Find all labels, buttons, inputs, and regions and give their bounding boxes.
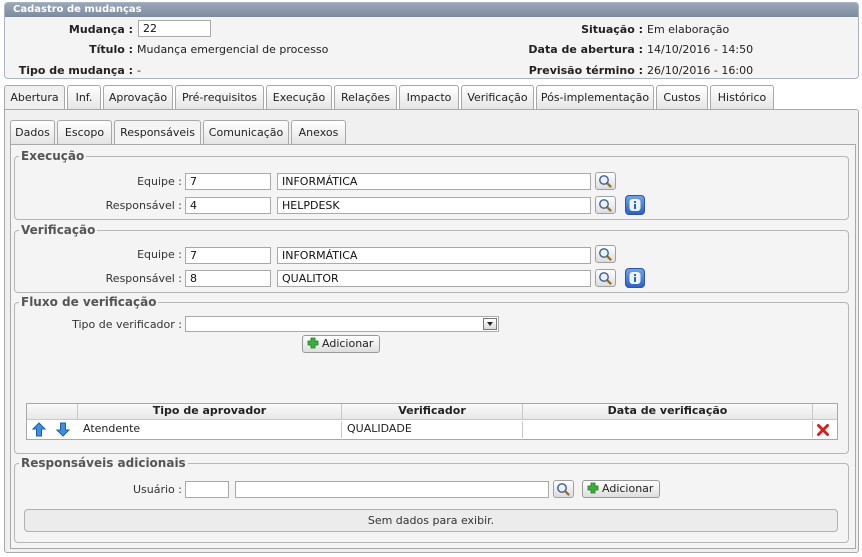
verificacao-responsavel-code-input[interactable]: 8 — [185, 270, 271, 287]
grid-order-header — [27, 404, 78, 420]
move-up-button[interactable] — [31, 422, 47, 437]
tipo-verificador-dropdown-button[interactable] — [483, 318, 497, 330]
adicionais-empty-message: Sem dados para exibir. — [24, 509, 838, 532]
arrow-up-icon — [31, 422, 47, 437]
cell-verificador: QUALIDADE — [342, 421, 523, 438]
chevron-down-icon — [487, 322, 493, 326]
verificacao-equipe-label: Equipe : — [137, 248, 182, 261]
usuario-code-input[interactable] — [185, 481, 229, 498]
tipo-verificador-select[interactable] — [185, 316, 499, 332]
cell-tipo: Atendente — [78, 421, 342, 438]
cell-data — [523, 421, 813, 438]
arrow-down-icon — [55, 422, 71, 437]
titulo-value: Mudança emergencial de processo — [137, 43, 329, 56]
verificacao-equipe-code-input[interactable]: 7 — [185, 247, 271, 264]
titulo-label: Título : — [89, 43, 133, 56]
move-down-button[interactable] — [55, 422, 71, 437]
tab-verificacao[interactable]: Verificação — [461, 85, 534, 110]
adicionais-title: Responsáveis adicionais — [19, 456, 188, 470]
tab-pre-requisitos[interactable]: Pré-requisitos — [175, 85, 264, 110]
verificacao-responsavel-label: Responsável : — [105, 272, 182, 285]
data-abertura-label: Data de abertura : — [528, 43, 643, 56]
delete-row-button[interactable] — [816, 423, 830, 437]
tab-abertura[interactable]: Abertura — [4, 85, 65, 112]
magnifier-icon — [557, 483, 570, 496]
tab-historico[interactable]: Histórico — [710, 85, 774, 110]
execucao-responsavel-info-button[interactable] — [625, 195, 645, 215]
previsao-label: Previsão término : — [528, 64, 643, 77]
verificacao-responsavel-lookup-button[interactable] — [595, 269, 616, 287]
verificacao-equipe-name-input[interactable]: INFORMÁTICA — [277, 247, 591, 264]
tab-relacoes[interactable]: Relações — [334, 85, 397, 110]
execucao-responsavel-lookup-button[interactable] — [595, 196, 616, 214]
fluxo-grid: Tipo de aprovador Verificador Data de ve… — [26, 403, 838, 440]
tab-inf[interactable]: Inf. — [67, 85, 101, 110]
usuario-name-input[interactable] — [235, 481, 549, 498]
tab-impacto[interactable]: Impacto — [399, 85, 459, 110]
usuario-lookup-button[interactable] — [553, 480, 574, 498]
tipo-verificador-label: Tipo de verificador : — [72, 318, 182, 331]
mudanca-field[interactable]: 22 — [138, 20, 211, 37]
grid-header-verificador: Verificador — [342, 404, 523, 420]
tab-custos[interactable]: Custos — [656, 85, 708, 110]
usuario-adicionar-button[interactable]: Adicionar — [582, 480, 661, 498]
subtab-comunicacao[interactable]: Comunicação — [203, 120, 289, 144]
verificacao-responsavel-name-input[interactable]: QUALITOR — [277, 270, 591, 287]
execucao-title: Execução — [19, 149, 87, 163]
execucao-responsavel-code-input[interactable]: 4 — [185, 197, 271, 214]
grid-header-tipo: Tipo de aprovador — [78, 404, 342, 420]
tab-execucao[interactable]: Execução — [266, 85, 332, 110]
fluxo-adicionar-label: Adicionar — [322, 337, 374, 350]
fluxo-title: Fluxo de verificação — [19, 295, 159, 309]
tipo-mudanca-label: Tipo de mudança : — [18, 64, 133, 77]
mudanca-label: Mudança : — [68, 23, 133, 36]
previsao-value: 26/10/2016 - 16:00 — [647, 64, 754, 77]
verificacao-title: Verificação — [19, 223, 98, 237]
info-icon — [629, 199, 641, 211]
delete-icon — [817, 424, 829, 436]
execucao-equipe-name-input[interactable]: INFORMÁTICA — [277, 173, 591, 190]
magnifier-icon — [599, 175, 612, 188]
subtab-escopo[interactable]: Escopo — [57, 120, 112, 144]
magnifier-icon — [599, 199, 612, 212]
execucao-equipe-lookup-button[interactable] — [595, 172, 616, 190]
grid-actions-header — [813, 404, 837, 420]
situacao-label: Situação : — [581, 23, 643, 36]
usuario-label: Usuário : — [132, 483, 182, 496]
data-abertura-value: 14/10/2016 - 14:50 — [647, 43, 754, 56]
plus-icon — [307, 337, 319, 349]
info-icon — [629, 272, 641, 284]
execucao-equipe-code-input[interactable]: 7 — [185, 173, 271, 190]
tab-pos-implementacao[interactable]: Pós-implementação — [536, 85, 654, 110]
usuario-adicionar-label: Adicionar — [602, 482, 654, 495]
plus-icon — [587, 482, 599, 494]
grid-header-data: Data de verificação — [523, 404, 813, 420]
execucao-equipe-label: Equipe : — [137, 175, 182, 188]
subtab-dados[interactable]: Dados — [10, 120, 55, 144]
table-row: Atendente QUALIDADE — [27, 420, 837, 439]
subtab-responsaveis[interactable]: Responsáveis — [114, 120, 201, 145]
tab-aprovacao[interactable]: Aprovação — [103, 85, 173, 110]
subtab-anexos[interactable]: Anexos — [291, 120, 346, 144]
fluxo-adicionar-button[interactable]: Adicionar — [302, 335, 381, 353]
header-panel: Cadastro de mudanças Mudança : 22 Título… — [4, 2, 859, 79]
magnifier-icon — [599, 248, 612, 261]
tipo-mudanca-value: - — [137, 64, 141, 77]
execucao-responsavel-label: Responsável : — [105, 199, 182, 212]
header-title: Cadastro de mudanças — [5, 3, 858, 17]
execucao-responsavel-name-input[interactable]: HELPDESK — [277, 197, 591, 214]
magnifier-icon — [599, 272, 612, 285]
verificacao-responsavel-info-button[interactable] — [625, 268, 645, 288]
verificacao-equipe-lookup-button[interactable] — [595, 245, 616, 263]
situacao-value: Em elaboração — [647, 23, 730, 36]
